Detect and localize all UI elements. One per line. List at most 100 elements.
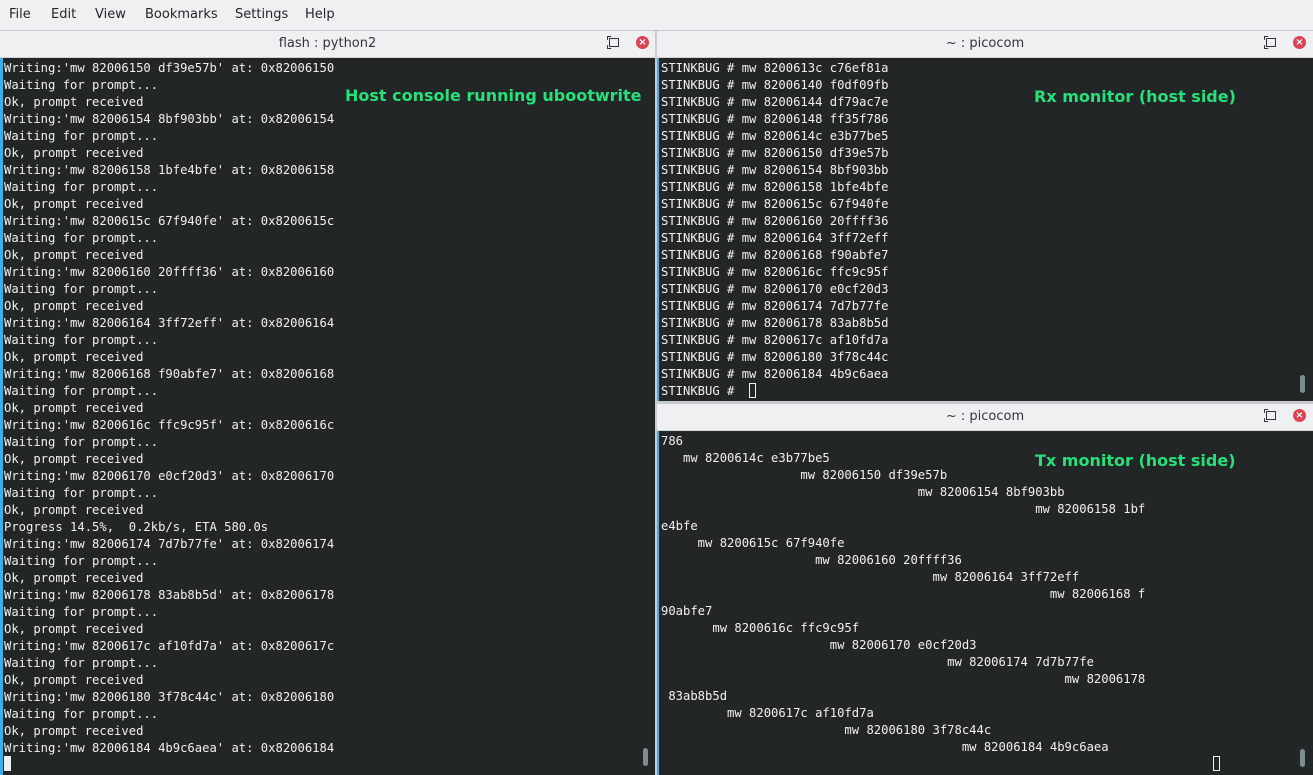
terminal-line: mw 82006174 7d7b77fe bbox=[661, 655, 1094, 669]
terminal-line: Ok, prompt received bbox=[4, 248, 144, 262]
terminal-line: Writing:'mw 82006184 4b9c6aea' at: 0x820… bbox=[4, 741, 335, 755]
terminal-line: Ok, prompt received bbox=[4, 503, 144, 517]
terminal-line: Ok, prompt received bbox=[4, 622, 144, 636]
menu-file[interactable]: File bbox=[9, 7, 31, 22]
left-annotation: Host console running ubootwrite bbox=[345, 86, 642, 105]
terminal-line: mw 82006178 bbox=[661, 672, 1146, 686]
close-icon[interactable]: × bbox=[636, 36, 649, 49]
close-icon[interactable]: × bbox=[1293, 409, 1306, 422]
rx-cursor bbox=[749, 383, 756, 398]
rx-scrollbar[interactable] bbox=[1300, 375, 1305, 393]
menu-help[interactable]: Help bbox=[305, 7, 335, 22]
terminal-line: Ok, prompt received bbox=[4, 452, 144, 466]
terminal-line: STINKBUG # mw 82006160 20ffff36 bbox=[661, 214, 889, 228]
terminal-line: 83ab8b5d bbox=[661, 689, 728, 703]
tx-pane-title: ~ : picocom bbox=[945, 409, 1025, 424]
terminal-line: Writing:'mw 82006178 83ab8b5d' at: 0x820… bbox=[4, 588, 335, 602]
terminal-line: Waiting for prompt... bbox=[4, 554, 159, 568]
terminal-line: Ok, prompt received bbox=[4, 401, 144, 415]
terminal-line: mw 82006154 8bf903bb bbox=[661, 485, 1065, 499]
terminal-line: Writing:'mw 82006164 3ff72eff' at: 0x820… bbox=[4, 316, 335, 330]
terminal-line: STINKBUG # mw 82006174 7d7b77fe bbox=[661, 299, 889, 313]
terminal-line: Ok, prompt received bbox=[4, 146, 144, 160]
close-icon[interactable]: × bbox=[1293, 36, 1306, 49]
tx-scrollbar[interactable] bbox=[1300, 749, 1305, 767]
rx-pane-titlebar: ~ : picocom × bbox=[657, 31, 1313, 58]
terminal-line: STINKBUG # mw 82006164 3ff72eff bbox=[661, 231, 889, 245]
terminal-line: mw 82006158 1bf bbox=[661, 502, 1146, 516]
terminal-line: STINKBUG # mw 8200614c e3b77be5 bbox=[661, 129, 889, 143]
left-pane-title: flash : python2 bbox=[278, 36, 377, 51]
terminal-line: Ok, prompt received bbox=[4, 350, 144, 364]
left-scrollbar[interactable] bbox=[643, 748, 648, 766]
terminal-line: Ok, prompt received bbox=[4, 571, 144, 585]
terminal-line: STINKBUG # mw 82006158 1bfe4bfe bbox=[661, 180, 889, 194]
terminal-line: Writing:'mw 82006160 20ffff36' at: 0x820… bbox=[4, 265, 335, 279]
terminal-line: Writing:'mw 82006170 e0cf20d3' at: 0x820… bbox=[4, 469, 335, 483]
terminal-line: mw 82006160 20ffff36 bbox=[661, 553, 962, 567]
menu-bookmarks[interactable]: Bookmarks bbox=[145, 7, 218, 22]
tx-terminal-output: 786 mw 8200614c e3b77be5 mw 82006150 df3… bbox=[661, 433, 1145, 756]
terminal-line: e4bfe bbox=[661, 519, 698, 533]
terminal-line: STINKBUG # mw 8200616c ffc9c95f bbox=[661, 265, 889, 279]
terminal-line: STINKBUG # mw 82006150 df39e57b bbox=[661, 146, 889, 160]
menu-settings[interactable]: Settings bbox=[235, 7, 288, 22]
maximize-icon[interactable] bbox=[609, 38, 619, 47]
terminal-line: Writing:'mw 8200617c af10fd7a' at: 0x820… bbox=[4, 639, 335, 653]
terminal-line: 90abfe7 bbox=[661, 604, 713, 618]
terminal-line: STINKBUG # mw 8200613c c76ef81a bbox=[661, 61, 889, 75]
terminal-line: Ok, prompt received bbox=[4, 197, 144, 211]
terminal-line: Waiting for prompt... bbox=[4, 435, 159, 449]
tx-cursor bbox=[1213, 756, 1220, 771]
terminal-line: Waiting for prompt... bbox=[4, 231, 159, 245]
focus-indicator bbox=[657, 431, 659, 775]
terminal-line: mw 82006170 e0cf20d3 bbox=[661, 638, 977, 652]
terminal-line: Ok, prompt received bbox=[4, 95, 144, 109]
tx-pane-titlebar: ~ : picocom × bbox=[657, 404, 1313, 431]
tx-terminal[interactable]: 786 mw 8200614c e3b77be5 mw 82006150 df3… bbox=[657, 431, 1313, 775]
terminal-line: mw 82006168 f bbox=[661, 587, 1146, 601]
menu-bar: File Edit View Bookmarks Settings Help bbox=[0, 0, 1313, 31]
terminal-line: Writing:'mw 82006158 1bfe4bfe' at: 0x820… bbox=[4, 163, 335, 177]
terminal-line: Ok, prompt received bbox=[4, 673, 144, 687]
terminal-line: STINKBUG # mw 82006144 df79ac7e bbox=[661, 95, 889, 109]
menu-edit[interactable]: Edit bbox=[51, 7, 76, 22]
terminal-line: Waiting for prompt... bbox=[4, 180, 159, 194]
terminal-line: Writing:'mw 82006180 3f78c44c' at: 0x820… bbox=[4, 690, 335, 704]
terminal-line: STINKBUG # mw 82006184 4b9c6aea bbox=[661, 367, 889, 381]
rx-pane-title: ~ : picocom bbox=[945, 36, 1025, 51]
terminal-line: mw 8200616c ffc9c95f bbox=[661, 621, 860, 635]
terminal-line: mw 8200615c 67f940fe bbox=[661, 536, 845, 550]
terminal-line: Writing:'mw 82006174 7d7b77fe' at: 0x820… bbox=[4, 537, 335, 551]
menu-view[interactable]: View bbox=[95, 7, 126, 22]
terminal-line: STINKBUG # mw 82006168 f90abfe7 bbox=[661, 248, 889, 262]
terminal-line: Writing:'mw 8200615c 67f940fe' at: 0x820… bbox=[4, 214, 335, 228]
terminal-line: Waiting for prompt... bbox=[4, 656, 159, 670]
terminal-line: Ok, prompt received bbox=[4, 299, 144, 313]
terminal-line: Waiting for prompt... bbox=[4, 333, 159, 347]
left-terminal-output: Writing:'mw 82006150 df39e57b' at: 0x820… bbox=[4, 60, 334, 757]
terminal-line: Waiting for prompt... bbox=[4, 78, 159, 92]
maximize-icon[interactable] bbox=[1266, 411, 1276, 420]
terminal-line: Writing:'mw 82006168 f90abfe7' at: 0x820… bbox=[4, 367, 335, 381]
terminal-line: STINKBUG # bbox=[661, 384, 742, 398]
terminal-line: STINKBUG # mw 82006148 ff35f786 bbox=[661, 112, 889, 126]
terminal-line: STINKBUG # mw 82006170 e0cf20d3 bbox=[661, 282, 889, 296]
terminal-line: STINKBUG # mw 8200615c 67f940fe bbox=[661, 197, 889, 211]
terminal-line: mw 82006184 4b9c6aea bbox=[661, 740, 1109, 754]
terminal-line: Waiting for prompt... bbox=[4, 384, 159, 398]
terminal-line: Writing:'mw 8200616c ffc9c95f' at: 0x820… bbox=[4, 418, 335, 432]
terminal-line: STINKBUG # mw 82006154 8bf903bb bbox=[661, 163, 889, 177]
terminal-line: Progress 14.5%, 0.2kb/s, ETA 580.0s bbox=[4, 520, 269, 534]
terminal-line: Ok, prompt received bbox=[4, 724, 144, 738]
terminal-line: Writing:'mw 82006154 8bf903bb' at: 0x820… bbox=[4, 112, 335, 126]
left-terminal[interactable]: Writing:'mw 82006150 df39e57b' at: 0x820… bbox=[0, 58, 655, 775]
maximize-icon[interactable] bbox=[1266, 38, 1276, 47]
terminal-line: STINKBUG # mw 82006140 f0df09fb bbox=[661, 78, 889, 92]
rx-terminal[interactable]: STINKBUG # mw 8200613c c76ef81a STINKBUG … bbox=[657, 58, 1313, 401]
terminal-line: STINKBUG # mw 82006180 3f78c44c bbox=[661, 350, 889, 364]
terminal-line: Waiting for prompt... bbox=[4, 605, 159, 619]
focus-indicator bbox=[657, 58, 659, 401]
terminal-line: mw 8200617c af10fd7a bbox=[661, 706, 874, 720]
tx-annotation: Tx monitor (host side) bbox=[1035, 451, 1236, 470]
